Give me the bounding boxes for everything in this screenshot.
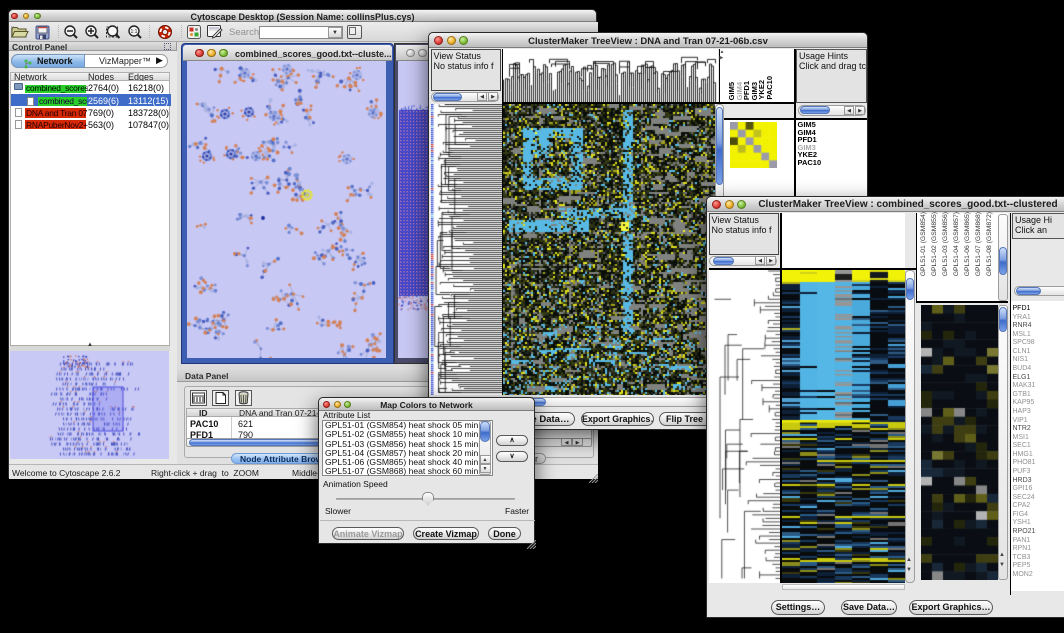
svg-text:1:1: 1:1 <box>131 29 138 35</box>
